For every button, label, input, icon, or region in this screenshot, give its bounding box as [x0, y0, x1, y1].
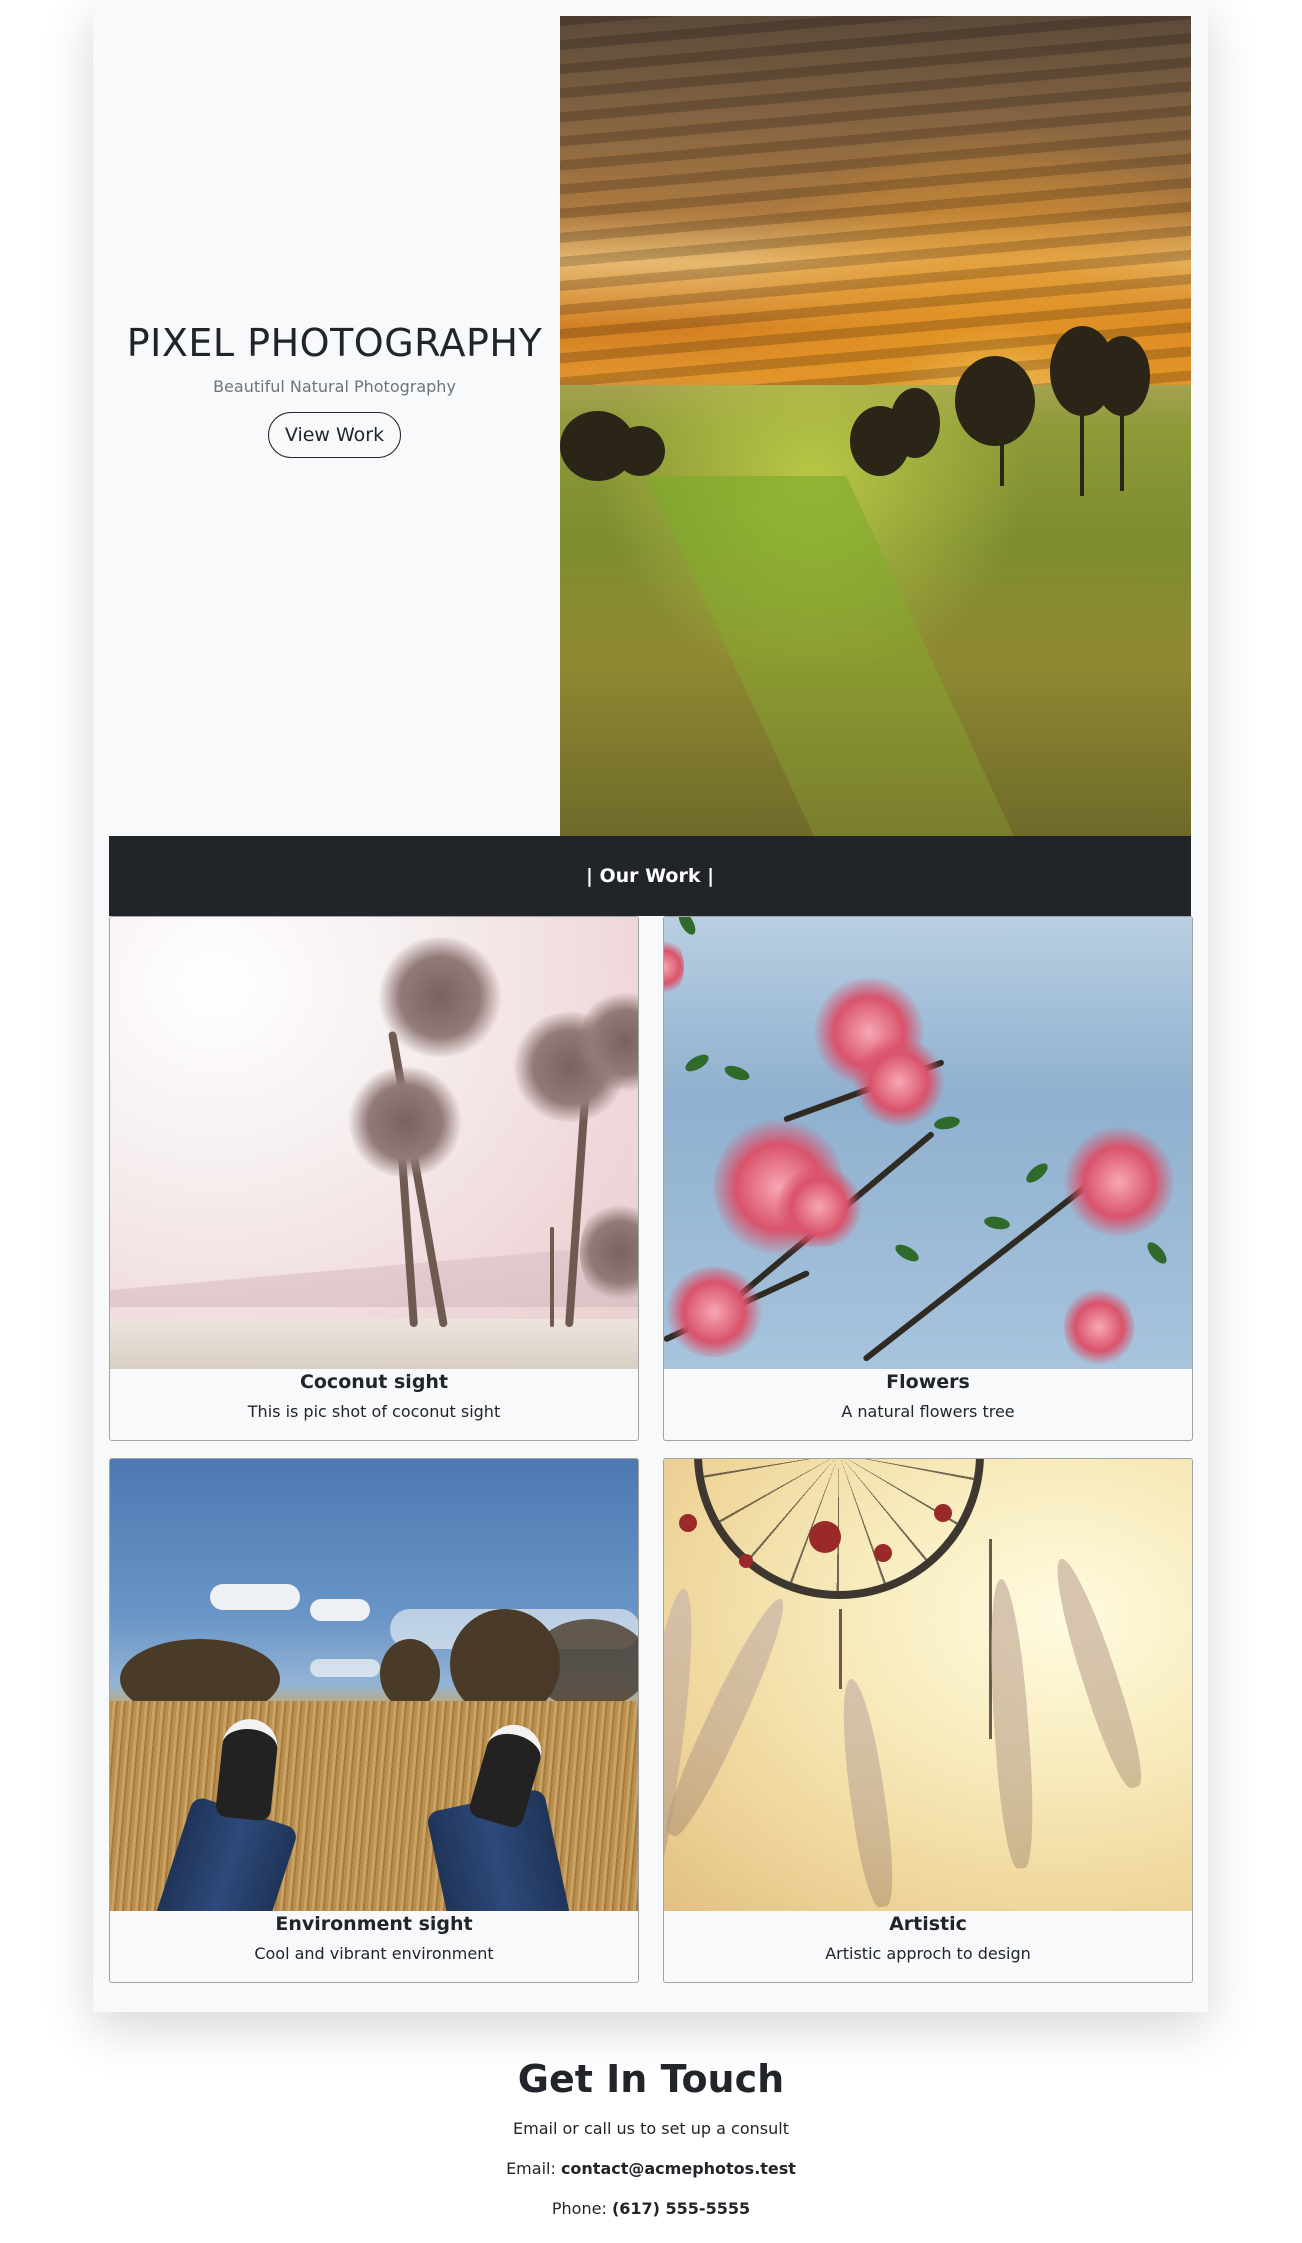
coconut-photo: [110, 917, 638, 1369]
card-title: Coconut sight: [299, 1371, 449, 1393]
card-title: Environment sight: [275, 1913, 473, 1935]
email-link[interactable]: contact@acmephotos.test: [561, 2159, 796, 2178]
card-text: This is pic shot of coconut sight: [247, 1402, 501, 1421]
flowers-photo: [664, 917, 1192, 1369]
artistic-photo: [664, 1459, 1192, 1911]
phone-link[interactable]: (617) 555-5555: [612, 2199, 750, 2218]
email-label: Email:: [506, 2159, 556, 2178]
contact-phone-line: Phone: (617) 555-5555: [0, 2196, 1302, 2222]
view-work-button[interactable]: View Work: [267, 411, 402, 458]
card-coconut[interactable]: Coconut sight This is pic shot of coconu…: [109, 916, 639, 1441]
environment-photo: [110, 1459, 638, 1911]
site-title: PIXEL PHOTOGRAPHY: [126, 320, 543, 365]
hero-text-block: PIXEL PHOTOGRAPHY Beautiful Natural Phot…: [109, 16, 560, 836]
card-environment[interactable]: Environment sight Cool and vibrant envir…: [109, 1458, 639, 1983]
main-panel: PIXEL PHOTOGRAPHY Beautiful Natural Phot…: [93, 0, 1208, 2012]
card-text: Cool and vibrant environment: [254, 1944, 494, 1963]
site-subtitle: Beautiful Natural Photography: [213, 376, 456, 396]
contact-intro: Email or call us to set up a consult: [513, 2119, 789, 2138]
card-title: Flowers: [886, 1371, 970, 1393]
our-work-heading: | Our Work |: [109, 836, 1191, 916]
contact-section: Get In Touch Email or call us to set up …: [0, 2056, 1302, 2222]
card-title: Artistic: [889, 1913, 967, 1935]
card-text: Artistic approch to design: [825, 1944, 1031, 1963]
contact-email-line: Email: contact@acmephotos.test: [0, 2156, 1302, 2182]
phone-label: Phone:: [551, 2199, 607, 2218]
card-artistic[interactable]: Artistic Artistic approch to design: [663, 1458, 1193, 1983]
card-text: A natural flowers tree: [841, 1402, 1015, 1421]
card-flowers[interactable]: Flowers A natural flowers tree: [663, 916, 1193, 1441]
contact-heading: Get In Touch: [517, 2057, 785, 2101]
hero-image: [560, 16, 1191, 836]
